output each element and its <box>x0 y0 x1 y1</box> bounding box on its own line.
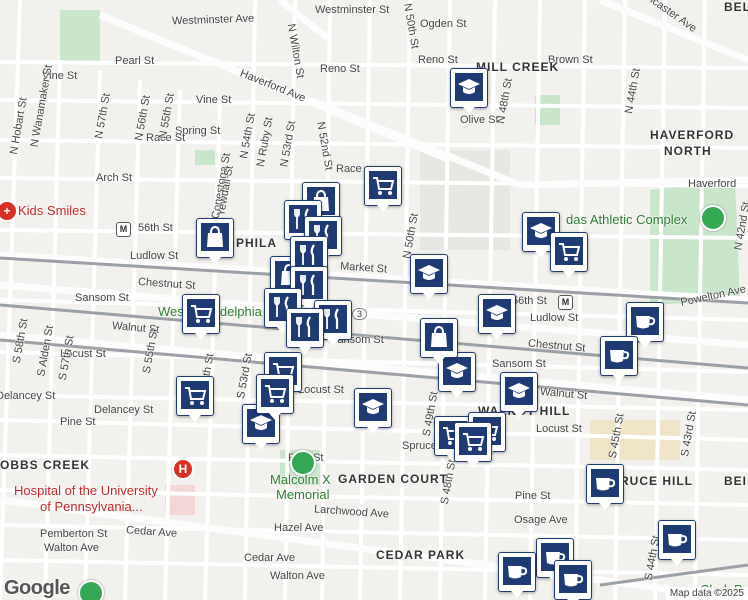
street-label: Ludlow St <box>530 312 579 324</box>
graduation-cap-icon <box>455 73 483 101</box>
graduation-cap-icon <box>359 393 387 421</box>
google-logo: Google <box>4 577 70 599</box>
fork-knife-icon <box>295 241 323 269</box>
metro-station-icon[interactable]: M <box>116 222 131 237</box>
street-label: Pine St <box>60 416 96 428</box>
poi-label[interactable]: of Pennsylvania... <box>40 499 143 514</box>
neighborhood-label: OBBS CREEK <box>0 458 91 472</box>
neighborhood-label: MILL CREEK <box>476 60 560 74</box>
shopping-cart-icon <box>459 427 487 455</box>
street-label: Olive St <box>460 114 499 126</box>
hospital-icon[interactable]: H <box>172 458 194 480</box>
shopping-cart-icon <box>187 299 215 327</box>
graduation-cap-icon <box>415 259 443 287</box>
neighborhood-label: HAVERFORD <box>650 128 735 142</box>
coffee-cup-icon <box>559 565 587 593</box>
poi-label[interactable]: Hospital of the University <box>14 483 158 498</box>
street-label: Delancey St <box>94 404 154 416</box>
shopping-bag-icon <box>201 223 229 251</box>
cafe-marker[interactable] <box>658 520 696 566</box>
street-label: Locust St <box>536 423 582 435</box>
street-label: Ludlow St <box>130 250 179 262</box>
street-label: Haverford <box>688 178 737 190</box>
street-label: Pine St <box>515 490 551 502</box>
restaurant-marker[interactable] <box>286 308 324 354</box>
street-label: Walton Ave <box>44 542 100 554</box>
grocery-marker[interactable] <box>182 294 220 340</box>
neighborhood-label: GARDEN COURT <box>338 472 448 486</box>
street-label: Ogden St <box>420 18 467 30</box>
street-label: Race <box>336 163 362 175</box>
cafe-marker[interactable] <box>554 560 592 600</box>
neighborhood-label: RUCE HILL <box>620 474 693 488</box>
neighborhood-label: BEL <box>724 0 748 14</box>
shopping-cart-icon <box>369 171 397 199</box>
cafe-marker[interactable] <box>498 552 536 598</box>
street-label: Hazel Ave <box>274 522 324 534</box>
neighborhood-label: NORTH <box>664 144 712 158</box>
store-marker[interactable] <box>196 218 234 264</box>
grocery-marker[interactable] <box>454 422 492 468</box>
street-label: Sansom St <box>492 358 546 370</box>
poi-label[interactable]: Memorial <box>276 487 329 502</box>
graduation-cap-icon <box>483 299 511 327</box>
fork-knife-icon <box>291 313 319 341</box>
school-marker[interactable] <box>354 388 392 434</box>
street-label: 56th St <box>138 222 173 234</box>
neighborhood-label: CEDAR PARK <box>376 548 466 562</box>
street-label: Arch St <box>96 172 133 184</box>
shopping-cart-icon <box>181 381 209 409</box>
coffee-cup-icon <box>503 557 531 585</box>
street-label: Sansom St <box>75 292 129 304</box>
grocery-marker[interactable] <box>550 232 588 278</box>
graduation-cap-icon <box>443 357 471 385</box>
school-marker[interactable] <box>478 294 516 340</box>
park-icon[interactable] <box>700 205 726 231</box>
grocery-marker[interactable] <box>364 166 402 212</box>
street-label: Cedar Ave <box>244 552 296 564</box>
street-label: Vine St <box>196 94 232 106</box>
street-label: 56th St <box>512 295 547 307</box>
street-label: Reno St <box>418 54 458 66</box>
metro-station-icon[interactable]: M <box>558 295 573 310</box>
poi-label[interactable]: Kids Smiles <box>18 203 86 218</box>
street-label: Walton Ave <box>270 570 326 582</box>
route-shield: 3 <box>352 308 368 320</box>
school-marker[interactable] <box>500 372 538 418</box>
coffee-cup-icon <box>605 341 633 369</box>
street-label: Pemberton St <box>40 528 108 540</box>
poi-label[interactable]: Malcolm X <box>270 472 331 487</box>
street-label: Reno St <box>320 63 360 75</box>
park-icon[interactable] <box>78 580 104 600</box>
coffee-cup-icon <box>663 525 691 553</box>
cafe-marker[interactable] <box>586 464 624 510</box>
cafe-marker[interactable] <box>600 336 638 382</box>
school-marker[interactable] <box>410 254 448 300</box>
neighborhood-label: PHILA <box>236 236 277 250</box>
shopping-bag-icon <box>425 323 453 351</box>
grocery-marker[interactable] <box>176 376 214 422</box>
street-label: Locust St <box>298 384 344 396</box>
school-marker[interactable] <box>450 68 488 114</box>
coffee-cup-icon <box>631 307 659 335</box>
street-label: Osage Ave <box>514 514 568 526</box>
shopping-cart-icon <box>261 379 289 407</box>
grocery-marker[interactable] <box>256 374 294 420</box>
shopping-cart-icon <box>555 237 583 265</box>
neighborhood-label: BEI <box>724 474 748 488</box>
campus-area <box>590 420 680 460</box>
coffee-cup-icon <box>591 469 619 497</box>
park-area <box>195 150 215 165</box>
street-label: Delancey St <box>0 390 56 402</box>
poi-label[interactable]: das Athletic Complex <box>566 212 687 227</box>
street-label: Pearl St <box>115 55 155 67</box>
graduation-cap-icon <box>505 377 533 405</box>
store-marker[interactable] <box>420 318 458 364</box>
street-label: Westminster St <box>315 4 390 16</box>
park-area <box>60 10 100 62</box>
map-attribution[interactable]: Map data ©2025 <box>665 587 748 600</box>
map-canvas[interactable]: Westminster Ave Westminster St Ogden St … <box>0 0 748 600</box>
